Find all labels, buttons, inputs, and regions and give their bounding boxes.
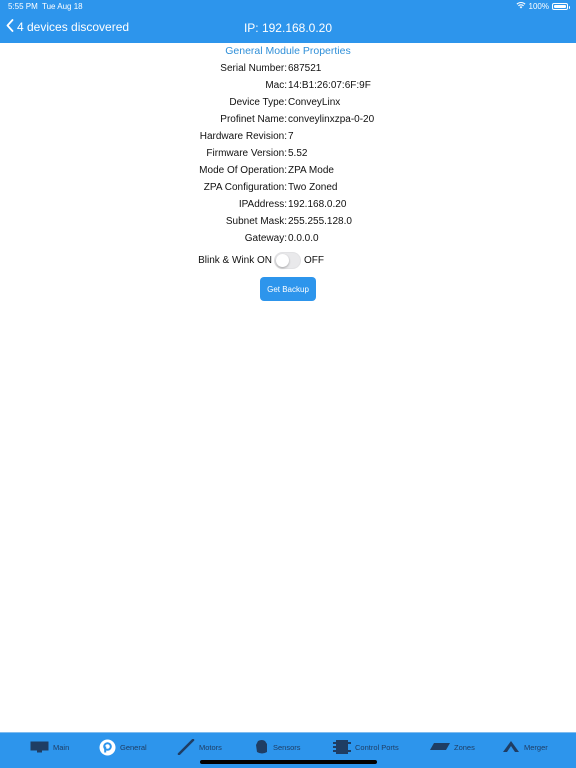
section-title: General Module Properties	[225, 45, 351, 57]
property-row-ip-address: IPAddress: 192.168.0.20	[0, 199, 576, 213]
tab-label: Motors	[199, 742, 222, 752]
property-row-subnet-mask: Subnet Mask: 255.255.128.0	[0, 216, 576, 230]
tab-zones[interactable]: Zones	[430, 737, 475, 757]
property-value: 687521	[288, 63, 322, 74]
sensor-icon	[255, 739, 269, 755]
status-date: Tue Aug 18	[42, 2, 83, 11]
property-label: IPAddress:	[238, 199, 287, 210]
tab-label: General	[120, 742, 147, 752]
property-value: 192.168.0.20	[288, 199, 347, 210]
general-icon	[99, 739, 116, 756]
property-label: Hardware Revision:	[199, 131, 287, 142]
property-value: conveylinxzpa-0-20	[288, 114, 375, 125]
property-label: ZPA Configuration:	[203, 182, 287, 193]
battery-percent: 100%	[528, 2, 549, 11]
home-indicator	[200, 760, 377, 764]
property-value: 5.52	[288, 148, 308, 159]
status-indicators: 100%	[516, 0, 570, 13]
property-row-serial-number: Serial Number: 687521	[0, 63, 576, 77]
wifi-icon	[516, 0, 526, 13]
property-row-firmware-version: Firmware Version: 5.52	[0, 148, 576, 162]
tab-label: Merger	[524, 742, 548, 752]
zones-icon	[430, 742, 450, 752]
navigation-bar: 4 devices discovered IP: 192.168.0.20	[0, 13, 576, 43]
property-row-gateway: Gateway: 0.0.0.0	[0, 233, 576, 247]
page-title: IP: 192.168.0.20	[243, 21, 333, 35]
status-time: 5:55 PM	[8, 2, 38, 11]
property-row-mac: Mac: 14:B1:26:07:6F:9F	[0, 80, 576, 94]
property-value: 7	[288, 131, 294, 142]
get-backup-button[interactable]: Get Backup	[260, 277, 316, 301]
blink-wink-row: Blink & Wink ON OFF	[0, 252, 576, 270]
monitor-icon	[30, 741, 49, 753]
merger-icon	[502, 740, 520, 754]
tab-control-ports[interactable]: Control Ports	[333, 737, 399, 757]
property-label: Firmware Version:	[206, 148, 287, 159]
tab-general[interactable]: General	[99, 737, 147, 757]
content-area: General Module Properties Serial Number:…	[0, 43, 576, 732]
property-label: Gateway:	[244, 233, 287, 244]
property-value: Two Zoned	[288, 182, 338, 193]
property-value: 0.0.0.0	[288, 233, 319, 244]
property-label: Mode Of Operation:	[199, 165, 287, 176]
property-row-hardware-revision: Hardware Revision: 7	[0, 131, 576, 145]
battery-icon	[552, 3, 570, 10]
property-row-device-type: Device Type: ConveyLinx	[0, 97, 576, 111]
tab-label: Main	[53, 742, 70, 752]
property-row-mode-of-operation: Mode Of Operation: ZPA Mode	[0, 165, 576, 179]
property-label: Mac:	[265, 80, 287, 91]
tab-label: Zones	[454, 742, 475, 752]
property-label: Profinet Name:	[220, 114, 287, 125]
status-bar: 5:55 PM Tue Aug 18 100%	[0, 0, 576, 13]
tab-merger[interactable]: Merger	[502, 737, 548, 757]
blink-wink-off-label: OFF	[304, 255, 324, 266]
tab-sensors[interactable]: Sensors	[255, 737, 301, 757]
control-ports-icon	[333, 739, 351, 755]
property-label: Device Type:	[229, 97, 287, 108]
property-label: Serial Number:	[220, 63, 287, 74]
property-label: Subnet Mask:	[225, 216, 287, 227]
property-value: 255.255.128.0	[288, 216, 352, 227]
tab-motors[interactable]: Motors	[177, 737, 222, 757]
tab-label: Sensors	[273, 742, 301, 752]
property-value: ConveyLinx	[288, 97, 341, 108]
tab-main[interactable]: Main	[30, 737, 69, 757]
property-row-profinet-name: Profinet Name: conveylinxzpa-0-20	[0, 114, 576, 128]
motor-roller-icon	[177, 739, 195, 755]
property-value: ZPA Mode	[288, 165, 334, 176]
blink-wink-toggle[interactable]	[274, 252, 301, 269]
property-row-zpa-configuration: ZPA Configuration: Two Zoned	[0, 182, 576, 196]
blink-wink-label: Blink & Wink ON	[198, 255, 272, 266]
property-value: 14:B1:26:07:6F:9F	[288, 80, 371, 91]
toggle-knob	[276, 254, 289, 267]
tab-label: Control Ports	[355, 742, 399, 752]
